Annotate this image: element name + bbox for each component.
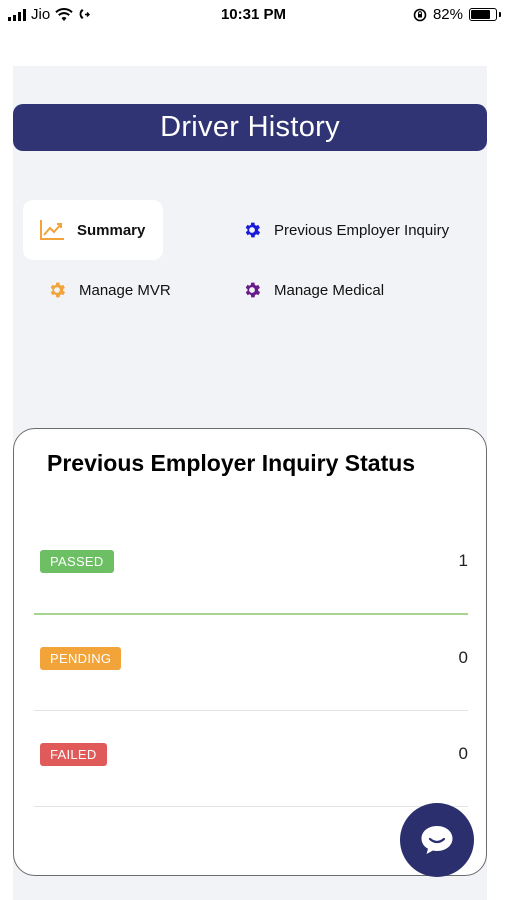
status-count-failed: 0 [458, 744, 468, 763]
status-row-passed: PASSED 1 [34, 550, 468, 646]
nav-item-label: Summary [77, 221, 146, 239]
battery-percent: 82% [432, 6, 463, 23]
gear-icon [245, 282, 261, 298]
status-count-pending: 0 [458, 648, 468, 667]
nav-item-label: Manage MVR [79, 281, 171, 299]
gear-icon [245, 222, 261, 238]
status-bar: Jio 10:31 PM 82% [0, 0, 507, 32]
chart-line-icon [40, 220, 64, 240]
orientation-lock-icon [413, 8, 427, 21]
nav-item-previous-employer-inquiry[interactable]: Previous Employer Inquiry [242, 214, 449, 246]
status-row-pending: PENDING 0 [34, 647, 468, 743]
divider [34, 613, 468, 615]
gear-icon [50, 282, 66, 298]
battery-icon [469, 8, 501, 21]
nav-item-label: Manage Medical [274, 281, 385, 299]
divider [34, 710, 468, 711]
status-right: 82% [413, 6, 501, 23]
card-title: Previous Employer Inquiry Status [47, 450, 416, 476]
status-badge-failed: FAILED [40, 743, 107, 766]
nav-item-summary[interactable]: Summary [23, 200, 164, 260]
nav-item-manage-medical[interactable]: Manage Medical [242, 274, 384, 306]
app-content: Driver History Summary Previous Employer… [13, 66, 487, 900]
chat-bubble-icon [421, 826, 453, 854]
page-title: Driver History [13, 104, 487, 151]
nav-item-label: Previous Employer Inquiry [274, 221, 450, 239]
nav-item-manage-mvr[interactable]: Manage MVR [47, 274, 171, 306]
status-badge-pending: PENDING [40, 647, 122, 670]
status-badge-passed: PASSED [40, 550, 114, 573]
divider [34, 806, 468, 807]
status-count-passed: 1 [458, 551, 468, 570]
chat-button[interactable] [400, 803, 474, 877]
